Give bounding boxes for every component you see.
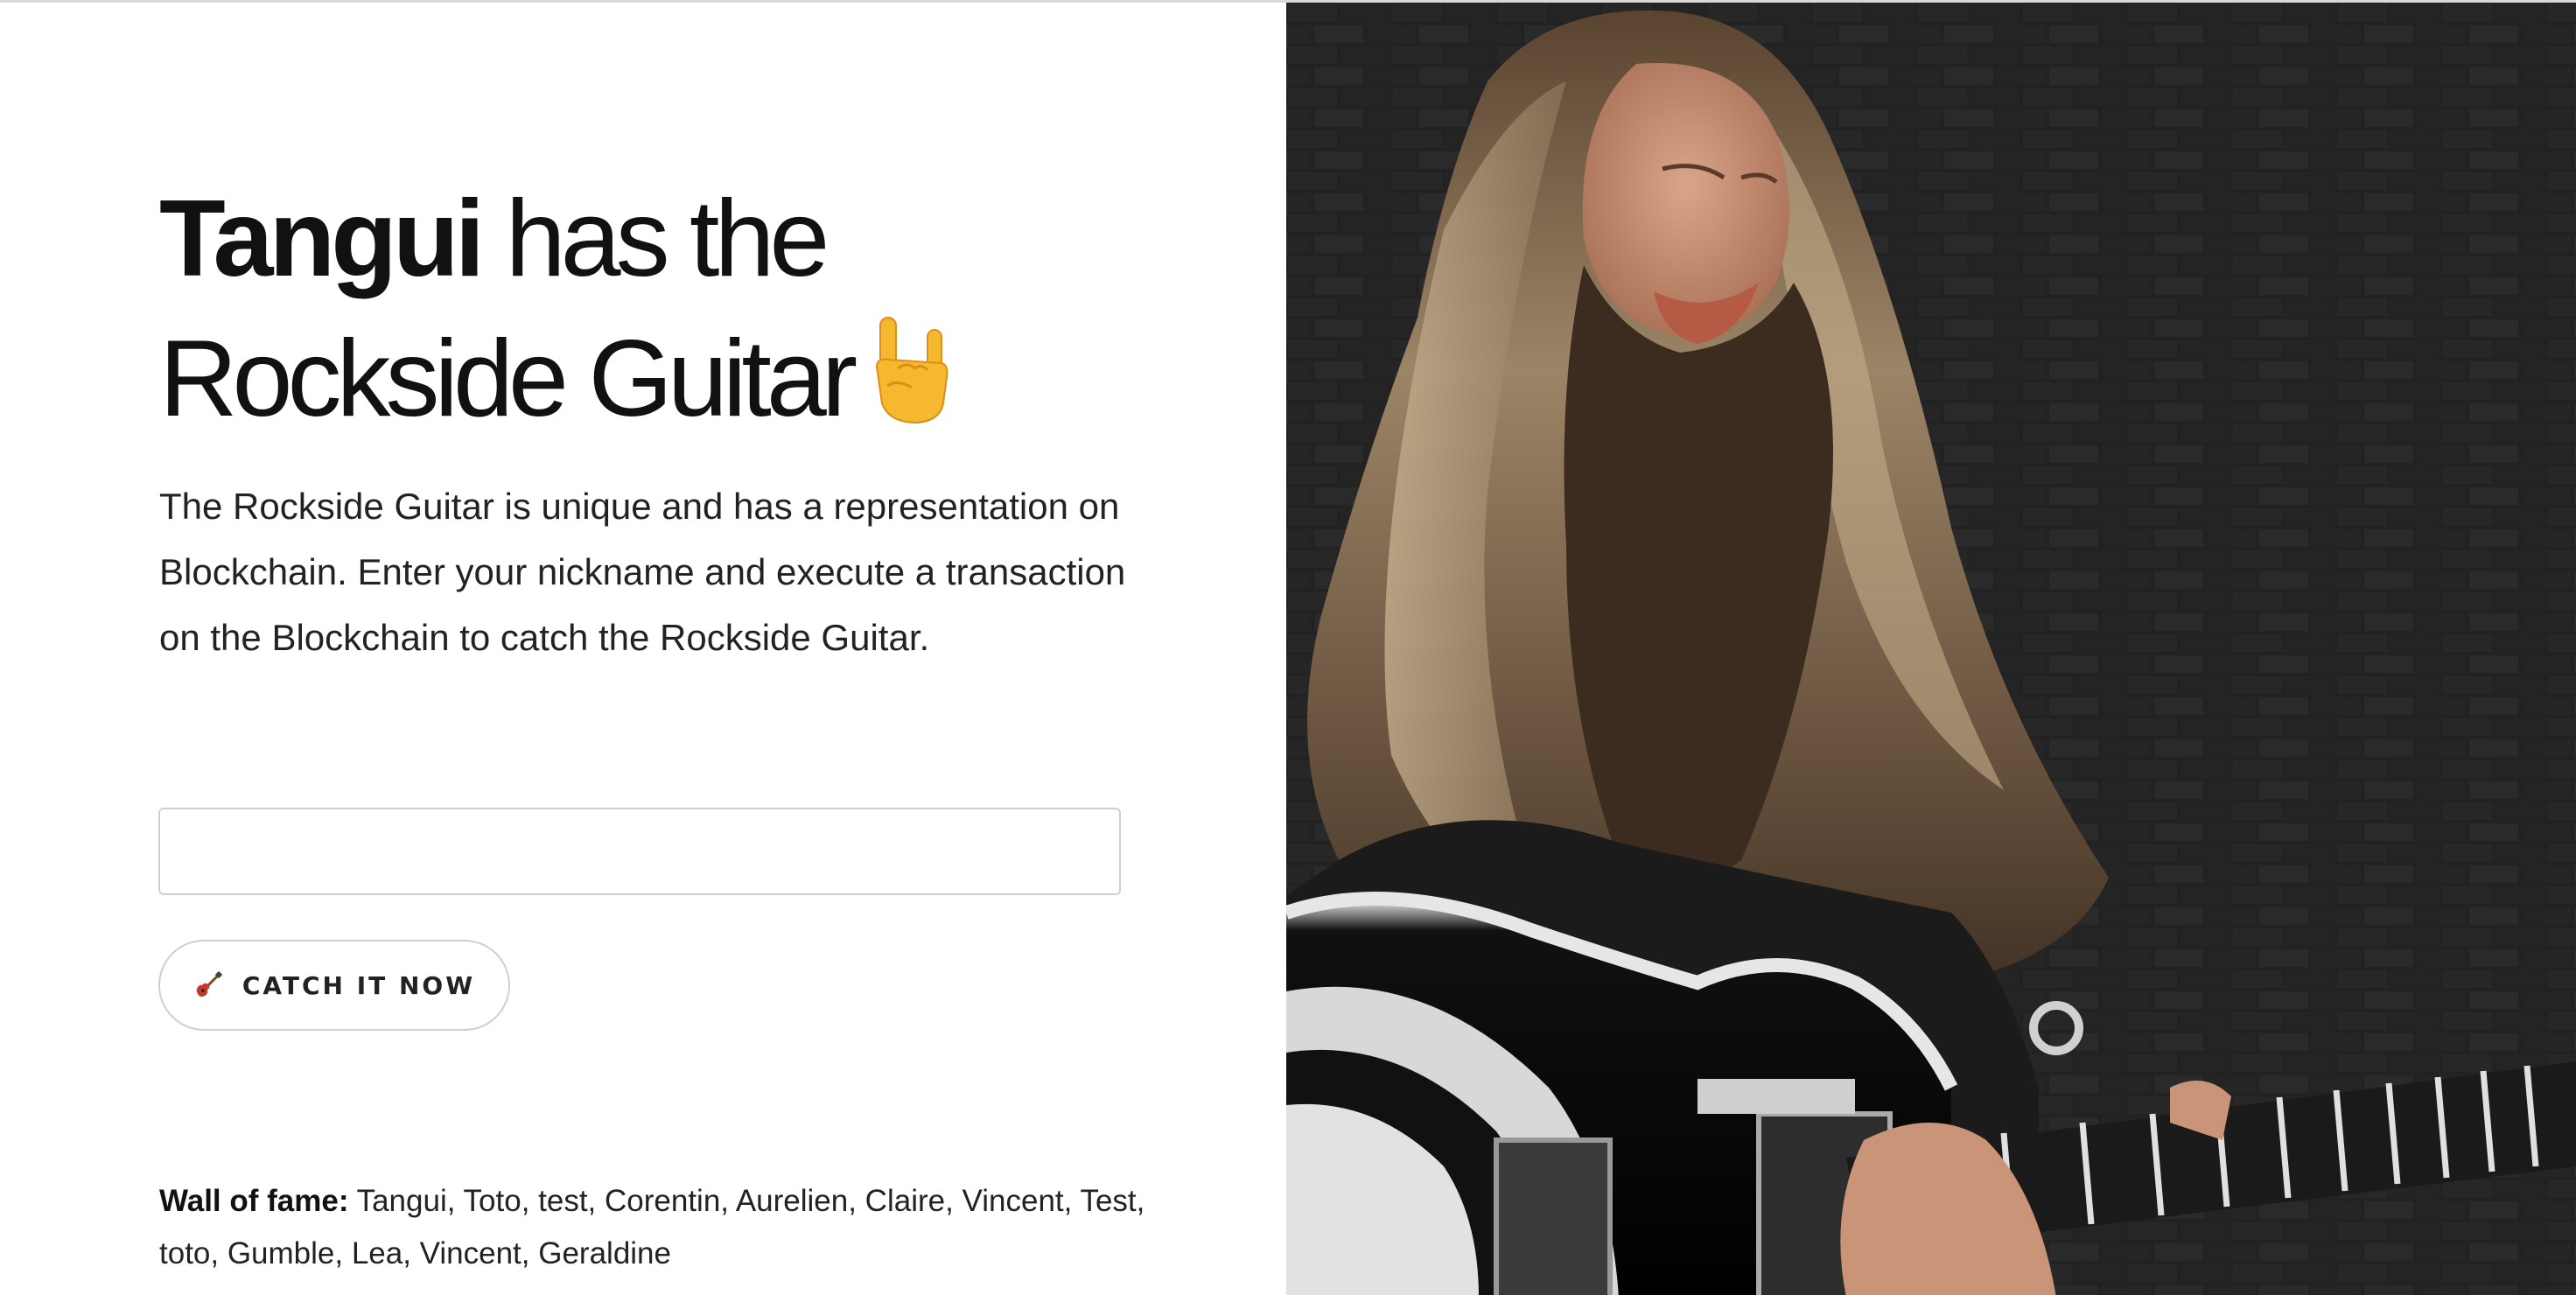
guitarist-photo (1286, 3, 2576, 1295)
page-title: Tangui has the Rockside Guitar (159, 169, 1174, 449)
sign-of-the-horns-icon (876, 317, 948, 424)
title-line1-rest: has the (480, 178, 830, 299)
content-panel: Tangui has the Rockside Guitar The Rocks… (0, 3, 1286, 1295)
catch-it-now-button[interactable]: CATCH IT NOW (158, 940, 510, 1031)
guitar-icon (196, 971, 222, 998)
description-text: The Rockside Guitar is unique and has a … (159, 486, 1126, 658)
winner-name: Tangui (159, 178, 485, 299)
page: Tangui has the Rockside Guitar The Rocks… (0, 0, 2576, 1295)
catch-button-label: CATCH IT NOW (242, 970, 476, 1000)
nickname-input[interactable] (158, 808, 1121, 895)
wall-of-fame: Wall of fame: Tangui, Toto, test, Corent… (159, 1175, 1148, 1280)
guitarist-photo-panel (1286, 3, 2576, 1295)
title-line2: Rockside Guitar (159, 318, 858, 439)
wall-of-fame-label: Wall of fame: (159, 1184, 349, 1218)
